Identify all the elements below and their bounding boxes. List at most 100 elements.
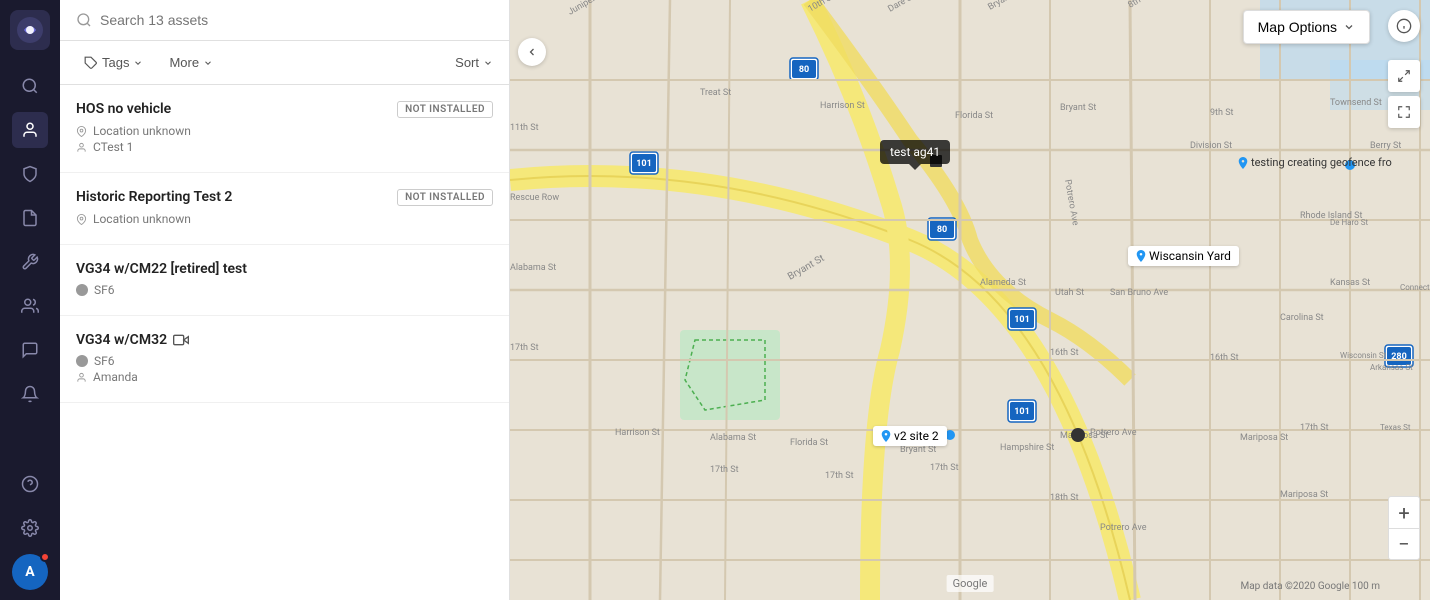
- v2site2-label: v2 site 2: [873, 426, 947, 446]
- sidebar-nav: A: [0, 0, 60, 600]
- asset-name: HOS no vehicle: [76, 101, 171, 117]
- svg-text:De Haro St: De Haro St: [1330, 218, 1368, 227]
- svg-text:Bryant St: Bryant St: [900, 445, 936, 455]
- nav-assets[interactable]: [12, 112, 48, 148]
- sort-button[interactable]: Sort: [455, 55, 493, 70]
- map-options-label: Map Options: [1258, 19, 1337, 35]
- svg-text:16th St: 16th St: [1210, 353, 1239, 363]
- map-options-chevron-icon: [1343, 21, 1355, 33]
- search-input[interactable]: [100, 12, 493, 28]
- map-copyright: Map data ©2020 Google 100 m: [1240, 581, 1380, 592]
- status-badge: NOT INSTALLED: [397, 101, 493, 118]
- map-options-button[interactable]: Map Options: [1243, 10, 1370, 44]
- asset-list: HOS no vehicle NOT INSTALLED Location un…: [60, 85, 509, 600]
- nav-settings[interactable]: [12, 510, 48, 546]
- svg-text:18th St: 18th St: [1050, 493, 1079, 503]
- search-icon: [76, 12, 92, 28]
- table-row[interactable]: HOS no vehicle NOT INSTALLED Location un…: [60, 85, 509, 173]
- svg-text:80: 80: [937, 225, 947, 235]
- asset-location: Location unknown: [76, 124, 493, 138]
- asset-group: SF6: [76, 354, 493, 368]
- filter-bar: Tags More Sort: [60, 41, 509, 85]
- zoom-in-button[interactable]: +: [1388, 496, 1420, 528]
- svg-text:Texas St: Texas St: [1380, 423, 1411, 432]
- collapse-panel-button[interactable]: [518, 38, 546, 66]
- group-text: SF6: [94, 354, 115, 368]
- asset-name: VG34 w/CM22 [retired] test: [76, 261, 247, 277]
- tags-filter-button[interactable]: Tags: [76, 51, 151, 74]
- svg-text:Berry St: Berry St: [1370, 141, 1401, 151]
- svg-text:Mariposa St: Mariposa St: [1280, 490, 1328, 500]
- group-text: SF6: [94, 283, 115, 297]
- table-row[interactable]: VG34 w/CM22 [retired] test SF6: [60, 245, 509, 316]
- svg-text:101: 101: [1014, 407, 1030, 417]
- notification-badge: [40, 552, 50, 562]
- svg-text:Mariposa St: Mariposa St: [1240, 433, 1288, 443]
- svg-text:Kansas St: Kansas St: [1330, 278, 1370, 288]
- nav-messages[interactable]: [12, 332, 48, 368]
- svg-text:Wisconsin St: Wisconsin St: [1340, 351, 1387, 360]
- group-dot-icon: [76, 284, 88, 296]
- svg-text:Florida St: Florida St: [790, 438, 828, 448]
- nav-drivers[interactable]: [12, 288, 48, 324]
- asset-driver: Amanda: [76, 370, 493, 384]
- table-row[interactable]: Historic Reporting Test 2 NOT INSTALLED …: [60, 173, 509, 245]
- nav-search[interactable]: [12, 68, 48, 104]
- svg-text:101: 101: [636, 159, 652, 169]
- more-filter-button[interactable]: More: [161, 51, 221, 74]
- map-expand-buttons: [1388, 60, 1420, 128]
- user-avatar[interactable]: A: [12, 554, 48, 590]
- nav-documents[interactable]: [12, 200, 48, 236]
- map-background: 101 80 80 101 101 280: [510, 0, 1430, 600]
- nav-maintenance[interactable]: [12, 244, 48, 280]
- nav-help[interactable]: [12, 466, 48, 502]
- map-container[interactable]: 101 80 80 101 101 280: [510, 0, 1430, 600]
- wiscansin-yard-label: Wiscansin Yard: [1128, 246, 1239, 266]
- app-logo[interactable]: [10, 10, 50, 50]
- svg-text:Harrison St: Harrison St: [615, 428, 660, 438]
- svg-text:17th St: 17th St: [825, 471, 854, 481]
- info-icon: [1396, 18, 1412, 34]
- more-label: More: [169, 55, 199, 70]
- fullscreen-button[interactable]: [1388, 96, 1420, 128]
- svg-text:80: 80: [799, 65, 809, 75]
- location-icon: [76, 214, 87, 225]
- driver-text: CTest 1: [93, 140, 133, 154]
- tooltip-text: test ag41: [890, 145, 940, 159]
- svg-text:Townsend St: Townsend St: [1330, 98, 1382, 108]
- fit-map-button[interactable]: [1388, 60, 1420, 92]
- svg-text:11th St: 11th St: [510, 123, 539, 133]
- svg-text:Carolina St: Carolina St: [1280, 313, 1324, 323]
- info-button[interactable]: [1388, 10, 1420, 42]
- zoom-out-button[interactable]: −: [1388, 528, 1420, 560]
- table-row[interactable]: VG34 w/CM32 SF6 Amanda: [60, 316, 509, 403]
- svg-text:17th St: 17th St: [510, 343, 539, 353]
- svg-text:9th St: 9th St: [1210, 108, 1234, 118]
- sort-label: Sort: [455, 55, 479, 70]
- svg-text:Potrero Ave: Potrero Ave: [1100, 523, 1147, 533]
- svg-text:101: 101: [1014, 315, 1030, 325]
- svg-text:Rescue Row: Rescue Row: [510, 193, 559, 203]
- asset-driver: CTest 1: [76, 140, 493, 154]
- asset-group: SF6: [76, 283, 493, 297]
- nav-alerts[interactable]: [12, 376, 48, 412]
- search-bar: [60, 0, 509, 41]
- asset-panel: Tags More Sort HOS no vehicle NOT INSTAL…: [60, 0, 510, 600]
- nav-compliance[interactable]: [12, 156, 48, 192]
- location-text: Location unknown: [93, 212, 191, 226]
- svg-text:Harrison St: Harrison St: [820, 101, 865, 111]
- svg-text:Utah St: Utah St: [1055, 288, 1084, 298]
- fullscreen-icon: [1397, 105, 1411, 119]
- location-text: Location unknown: [93, 124, 191, 138]
- camera-icon: [173, 332, 189, 348]
- svg-text:Bryant St: Bryant St: [1060, 103, 1096, 113]
- svg-text:Division St: Division St: [1190, 141, 1232, 151]
- svg-text:Florida St: Florida St: [955, 111, 993, 121]
- fit-map-icon: [1397, 69, 1411, 83]
- svg-text:17th St: 17th St: [710, 465, 739, 475]
- status-badge: NOT INSTALLED: [397, 189, 493, 206]
- svg-text:Alabama St: Alabama St: [510, 263, 556, 273]
- asset-name: Historic Reporting Test 2: [76, 189, 232, 205]
- tags-label: Tags: [102, 55, 129, 70]
- svg-text:17th St: 17th St: [1300, 423, 1329, 433]
